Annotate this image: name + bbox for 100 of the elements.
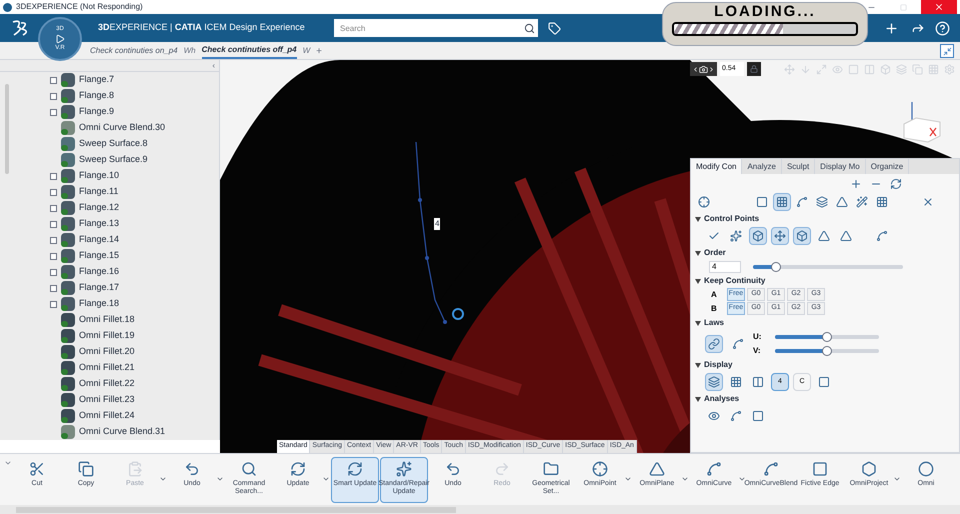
tree-item[interactable]: Flange.15 [79, 249, 120, 263]
tree-item[interactable]: Omni Fillet.24 [79, 409, 135, 423]
camera-control[interactable] [690, 62, 717, 76]
expand-icon[interactable] [50, 268, 57, 276]
tool-icon [649, 461, 665, 477]
dropdown-caret-icon[interactable] [624, 475, 632, 483]
curve-order-label: 4 [434, 218, 440, 230]
panel-tab[interactable]: Analyze [742, 159, 782, 174]
tree-item[interactable]: Flange.10 [79, 169, 120, 183]
help-icon[interactable] [935, 20, 950, 36]
tree-item[interactable]: Omni Fillet.20 [79, 345, 135, 359]
tool-icon [78, 461, 94, 477]
camera-icon[interactable] [699, 64, 708, 74]
expand-icon[interactable] [50, 300, 57, 308]
control-point-icon[interactable] [749, 227, 767, 245]
play-icon[interactable] [55, 34, 65, 44]
section-title[interactable]: Order [704, 247, 726, 259]
feature-icon [61, 265, 75, 279]
tree-item[interactable]: Flange.8 [79, 89, 114, 103]
tree-item[interactable]: Flange.17 [79, 281, 120, 295]
curve-drawing[interactable] [415, 142, 464, 324]
tree-item[interactable]: Omni Fillet.18 [79, 313, 135, 327]
feature-icon [61, 185, 75, 199]
section-title[interactable]: Display [704, 359, 732, 371]
section-title[interactable]: Laws [704, 317, 724, 329]
expand-icon[interactable] [50, 108, 57, 116]
control-point-icon[interactable] [771, 227, 789, 245]
collapse-tree-button[interactable]: ‹ [212, 60, 215, 71]
section-title[interactable]: Analyses [704, 393, 740, 405]
tree-item[interactable]: Omni Fillet.21 [79, 361, 135, 375]
expand-icon[interactable] [50, 76, 57, 84]
collapse-caret-icon[interactable] [695, 320, 701, 326]
tool-icon [763, 461, 779, 477]
close-icon[interactable] [934, 2, 944, 12]
expand-icon[interactable] [50, 236, 57, 244]
surface-icon[interactable] [705, 373, 723, 391]
collapse-caret-icon[interactable] [695, 250, 701, 256]
section-title[interactable]: Control Points [704, 213, 760, 225]
document-tab[interactable]: Check continuties on_p4 [90, 43, 178, 59]
link-icon[interactable] [705, 335, 723, 353]
slider-thumb[interactable] [770, 262, 780, 272]
tag-icon[interactable] [548, 22, 561, 34]
panel-tab[interactable]: Organize [866, 159, 910, 174]
control-point-icon[interactable] [793, 227, 811, 245]
tree-item[interactable]: Omni Curve Blend.31 [79, 425, 166, 439]
collapse-caret-icon[interactable] [695, 278, 701, 284]
orientation-cube-icon[interactable] [902, 100, 942, 144]
collapse-toolbar-icon[interactable] [4, 459, 12, 467]
previous-icon[interactable] [692, 66, 699, 72]
collapse-caret-icon[interactable] [695, 216, 701, 222]
horizontal-scrollbar[interactable] [0, 505, 960, 514]
tree-item[interactable]: Omni Curve Blend.30 [79, 121, 166, 135]
search-icon[interactable] [524, 22, 534, 34]
search-field[interactable]: Search [334, 19, 520, 37]
expand-icon[interactable] [50, 172, 57, 180]
expand-icon[interactable] [50, 252, 57, 260]
search-button[interactable] [520, 19, 538, 37]
dropdown-caret-icon[interactable] [893, 475, 901, 483]
expand-icon[interactable] [50, 284, 57, 292]
feature-icon [61, 249, 75, 263]
panel-tab[interactable]: Display Mo [815, 159, 866, 174]
expand-icon[interactable] [50, 204, 57, 212]
add-tab[interactable]: + [316, 43, 322, 59]
feature-icon [61, 73, 75, 87]
tree-item[interactable]: Omni Fillet.19 [79, 329, 135, 343]
panel-tab[interactable]: Sculpt [782, 159, 816, 174]
tree-item[interactable]: Flange.12 [79, 201, 120, 215]
expand-icon[interactable] [50, 188, 57, 196]
tree-item[interactable]: Sweep Surface.8 [79, 137, 148, 151]
dropdown-caret-icon[interactable] [738, 475, 746, 483]
tree-item[interactable]: Sweep Surface.9 [79, 153, 148, 167]
order-field[interactable]: 4 [709, 261, 741, 273]
tree-item[interactable]: Omni Fillet.22 [79, 377, 135, 391]
lock-icon[interactable] [747, 62, 761, 76]
expand-icon[interactable] [50, 92, 57, 100]
add-icon[interactable] [884, 20, 899, 36]
tool-icon [184, 461, 200, 477]
section-title[interactable]: Keep Continuity [704, 275, 766, 287]
collapse-caret-icon[interactable] [695, 396, 701, 402]
dropdown-caret-icon[interactable] [681, 475, 689, 483]
tree-item[interactable]: Flange.14 [79, 233, 120, 247]
collapse-button[interactable] [940, 44, 954, 58]
dropdown-caret-icon[interactable] [322, 475, 330, 483]
collapse-caret-icon[interactable] [695, 362, 701, 368]
tree-item[interactable]: Flange.7 [79, 73, 114, 87]
tree-item[interactable]: Flange.9 [79, 105, 114, 119]
next-icon[interactable] [708, 66, 715, 72]
dropdown-caret-icon[interactable] [216, 475, 224, 483]
tab-label[interactable]: Wh [184, 43, 196, 59]
panel-tab[interactable]: Modify Con [691, 159, 742, 174]
tree-item[interactable]: Omni Fillet.23 [79, 393, 135, 407]
tree-item[interactable]: Flange.16 [79, 265, 120, 279]
tree-item[interactable]: Flange.18 [79, 297, 120, 311]
tree-item[interactable]: Flange.11 [79, 185, 118, 199]
tool-icon [241, 461, 257, 477]
tree-item[interactable]: Flange.13 [79, 217, 120, 231]
expand-icon[interactable] [50, 220, 57, 228]
tab-label[interactable]: W [302, 43, 310, 59]
tool-icon[interactable] [773, 193, 791, 211]
law-label: U: [753, 331, 762, 343]
